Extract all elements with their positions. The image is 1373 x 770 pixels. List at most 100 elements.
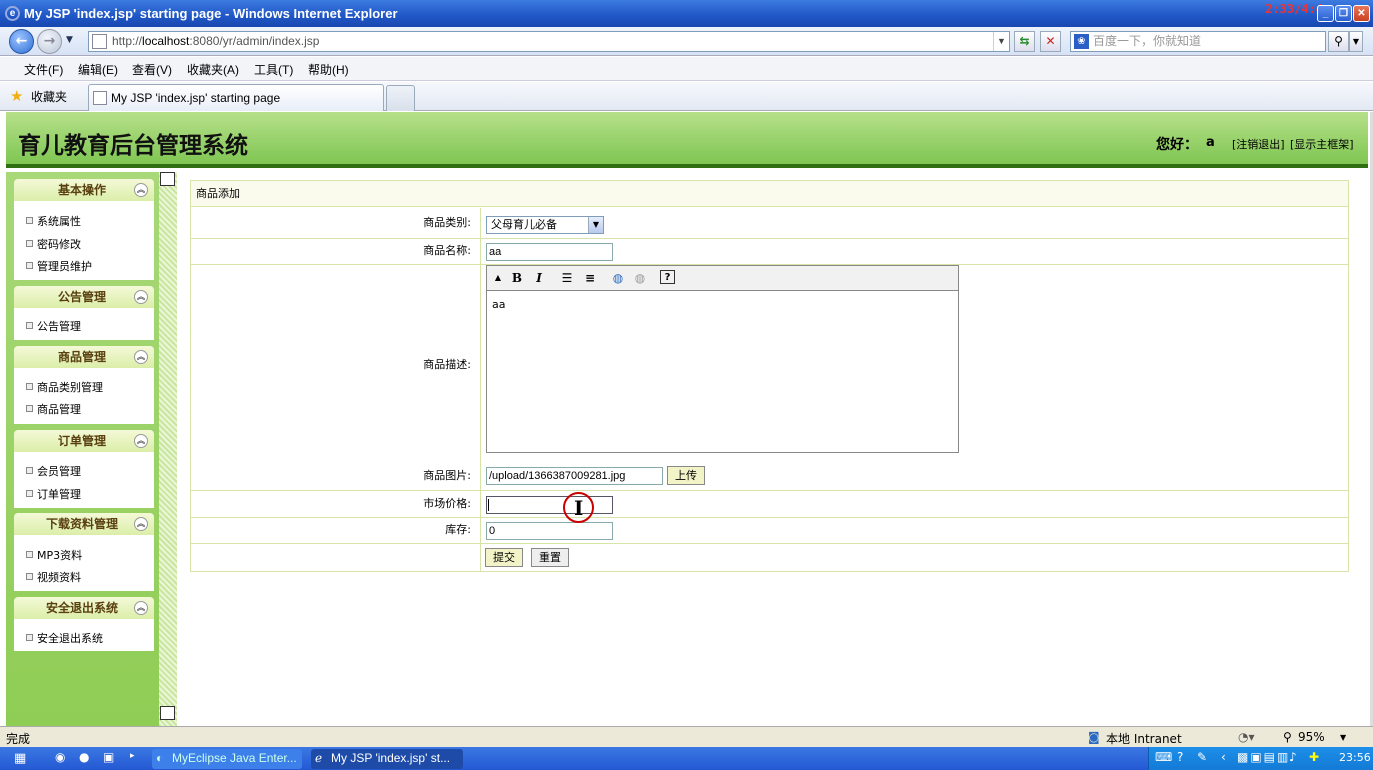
back-button[interactable]: ← (9, 29, 34, 54)
quicklaunch-ie-icon[interactable]: ◉ (55, 750, 65, 764)
browser-tab[interactable]: My JSP 'index.jsp' starting page (88, 84, 384, 111)
security-zone[interactable]: 本地 Intranet (1106, 730, 1182, 747)
minimize-button[interactable]: _ (1317, 5, 1334, 22)
sidebar-item-members[interactable]: 会员管理 (26, 463, 81, 479)
clock-time[interactable]: 23:56 (1339, 751, 1371, 764)
menu-file[interactable]: 文件(F) (24, 61, 63, 78)
menu-edit[interactable]: 编辑(E) (78, 61, 118, 78)
pen-icon[interactable]: ✎ (1197, 750, 1207, 764)
desc-label: 商品描述: (191, 265, 481, 463)
show-main-frame-link[interactable]: [显示主框架] (1290, 136, 1354, 152)
group-body-notice: 公告管理 (14, 308, 154, 340)
upload-button[interactable]: 上传 (667, 466, 705, 485)
sidebar: 基本操作 ︽ 系统属性 密码修改 管理员维护 公告管理 ︽ 公告管理 商品管理 ︽ 商… (6, 172, 159, 726)
group-header-basic[interactable]: 基本操作 ︽ (14, 179, 154, 201)
sidebar-item-video[interactable]: 视频资料 (26, 569, 81, 585)
stock-input[interactable]: 0 (486, 522, 613, 540)
help-icon[interactable]: ? (660, 270, 675, 284)
page-icon (92, 34, 107, 49)
zoom-dropdown-icon[interactable]: ▼ (1340, 733, 1346, 742)
start-menu-icon[interactable]: ▦ (14, 751, 26, 766)
refresh-icon[interactable]: ⇆ (1014, 31, 1035, 52)
reset-button[interactable]: 重置 (531, 548, 569, 567)
quicklaunch-more-icon[interactable]: ▸ (130, 751, 135, 761)
collapse-chevron-icon[interactable]: ︽ (134, 183, 148, 197)
sidebar-item-mp3[interactable]: MP3资料 (26, 547, 82, 563)
collapse-chevron-icon[interactable]: ︽ (134, 517, 148, 531)
group-header-downloads[interactable]: 下载资料管理 ︽ (14, 513, 154, 535)
rich-text-editor[interactable]: ▲ B I ☰ ≡ ◍ ◍ ? aa (486, 265, 959, 453)
task-myeclipse[interactable]: ◐ MyEclipse Java Enter... (152, 749, 302, 769)
collapse-chevron-icon[interactable]: ︽ (134, 350, 148, 364)
bold-icon[interactable]: B (508, 270, 526, 286)
submit-button[interactable]: 提交 (485, 548, 523, 567)
zoom-level[interactable]: 95% (1298, 730, 1325, 744)
volume-icon[interactable]: ♪ (1289, 750, 1297, 764)
toolbar-collapse-icon[interactable]: ▲ (489, 270, 507, 286)
favorites-button[interactable]: 收藏夹 (31, 88, 67, 105)
unordered-list-icon[interactable]: ≡ (581, 270, 599, 286)
goods-add-form: 商品添加 商品类别: 父母育儿必备 ▼ 商品名称: aa 商品描述: 商品图片:… (190, 180, 1349, 572)
insert-link-icon[interactable]: ◍ (609, 270, 627, 286)
close-button[interactable]: ✕ (1353, 5, 1370, 22)
sidebar-item-orders[interactable]: 订单管理 (26, 486, 81, 502)
sidebar-item-password[interactable]: 密码修改 (26, 236, 81, 252)
group-header-exit[interactable]: 安全退出系统 ︽ (14, 597, 154, 619)
market-price-input[interactable] (486, 496, 613, 514)
collapse-chevron-icon[interactable]: ︽ (134, 290, 148, 304)
quicklaunch-globe-icon[interactable]: ● (79, 750, 89, 764)
group-title: 下载资料管理 (46, 517, 119, 531)
editor-toolbar: ▲ B I ☰ ≡ ◍ ◍ ? (487, 266, 958, 291)
quicklaunch-folder-icon[interactable]: ▣ (103, 750, 114, 764)
menu-help[interactable]: 帮助(H) (308, 61, 349, 78)
menu-favorites[interactable]: 收藏夹(A) (187, 61, 239, 78)
sidebar-item-goods-category[interactable]: 商品类别管理 (26, 379, 103, 395)
keyboard-icon[interactable]: ⌨ (1155, 750, 1172, 764)
help-tray-icon[interactable]: ? (1177, 750, 1183, 764)
splitter-top-cap (160, 172, 175, 186)
ordered-list-icon[interactable]: ☰ (558, 270, 576, 286)
stock-label: 库存: (191, 518, 481, 543)
stop-icon[interactable]: ✕ (1040, 31, 1061, 52)
remove-link-icon[interactable]: ◍ (631, 270, 649, 286)
group-header-orders[interactable]: 订单管理 ︽ (14, 430, 154, 452)
sidebar-item-exit[interactable]: 安全退出系统 (26, 630, 103, 646)
tray-expand-icon[interactable]: ‹ (1221, 750, 1226, 764)
sidebar-item-notice[interactable]: 公告管理 (26, 318, 81, 334)
sidebar-item-system-props[interactable]: 系统属性 (26, 213, 81, 229)
select-arrow-icon[interactable]: ▼ (588, 217, 603, 233)
history-dropdown-icon[interactable]: ▼ (66, 35, 73, 45)
search-options-icon[interactable]: ▼ (1349, 31, 1363, 52)
row-price: 市场价格: (191, 491, 1348, 518)
system-title: 育儿教育后台管理系统 (18, 132, 248, 159)
collapse-chevron-icon[interactable]: ︽ (134, 434, 148, 448)
favorites-star-icon[interactable]: ★ (10, 87, 23, 105)
italic-icon[interactable]: I (530, 270, 548, 286)
category-select[interactable]: 父母育儿必备 ▼ (486, 216, 604, 234)
group-header-goods[interactable]: 商品管理 ︽ (14, 346, 154, 368)
restore-button[interactable]: ❐ (1335, 5, 1352, 22)
splitter-bottom-cap (160, 706, 175, 720)
address-dropdown-icon[interactable]: ▼ (993, 32, 1009, 51)
new-tab-button[interactable] (386, 85, 415, 111)
update-icon[interactable]: ✚ (1309, 750, 1319, 764)
goods-name-input[interactable]: aa (486, 243, 613, 261)
logout-link[interactable]: [注销退出] (1232, 136, 1285, 152)
frame-splitter[interactable] (159, 172, 177, 726)
address-bar[interactable]: http://localhost:8080/yr/admin/index.jsp… (88, 31, 1010, 52)
forward-button[interactable]: → (37, 29, 62, 54)
sidebar-item-goods[interactable]: 商品管理 (26, 401, 81, 417)
tray-apps-icon[interactable]: ▩▣▤▥ (1237, 750, 1290, 764)
editor-content[interactable]: aa (492, 298, 505, 311)
protected-mode-icon[interactable]: ◔▾ (1238, 730, 1255, 744)
group-header-notice[interactable]: 公告管理 ︽ (14, 286, 154, 308)
menu-view[interactable]: 查看(V) (132, 61, 172, 78)
collapse-chevron-icon[interactable]: ︽ (134, 601, 148, 615)
window-titlebar[interactable]: e My JSP 'index.jsp' starting page - Win… (0, 0, 1373, 27)
sidebar-item-admin[interactable]: 管理员维护 (26, 258, 92, 274)
task-ie[interactable]: ℯ My JSP 'index.jsp' st... (311, 749, 463, 769)
search-icon[interactable]: ⚲ (1328, 31, 1349, 52)
menu-tools[interactable]: 工具(T) (254, 61, 293, 78)
search-input[interactable]: ❀ 百度一下，你就知道 (1070, 31, 1326, 52)
image-path-input[interactable]: /upload/1366387009281.jpg (486, 467, 663, 485)
